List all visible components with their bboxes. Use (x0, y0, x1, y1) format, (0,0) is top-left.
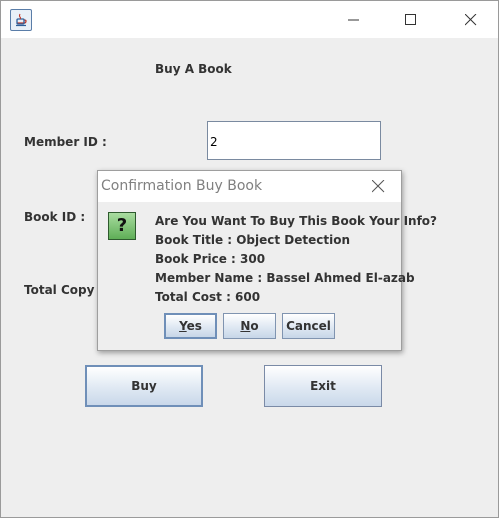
minimize-icon (348, 19, 359, 21)
close-icon (465, 14, 477, 26)
total-copy-label: Total Copy : (24, 283, 104, 297)
yes-mnemonic: Y (179, 319, 187, 333)
maximize-icon (405, 14, 416, 25)
member-id-label: Member ID : (24, 135, 107, 149)
dialog-member-name: Member Name : Bassel Ahmed El-azab (155, 271, 415, 285)
minimize-button[interactable] (331, 1, 376, 38)
dialog-total-cost: Total Cost : 600 (155, 290, 261, 304)
dialog-title: Confirmation Buy Book (101, 178, 263, 194)
member-id-field[interactable]: 2 (207, 121, 381, 160)
title-bar (1, 1, 498, 38)
no-mnemonic: N (240, 319, 251, 333)
exit-button[interactable]: Exit (264, 365, 382, 407)
buy-button[interactable]: Buy (85, 365, 203, 407)
dialog-book-title: Book Title : Object Detection (155, 233, 351, 247)
dialog-message-question: Are You Want To Buy This Book Your Info? (155, 214, 437, 228)
no-label: o (250, 319, 259, 333)
java-app-icon[interactable] (10, 9, 32, 31)
no-button[interactable]: No (223, 313, 276, 339)
form-heading: Buy A Book (155, 62, 232, 76)
yes-button[interactable]: Yes (164, 313, 217, 339)
question-icon: ? (108, 212, 136, 240)
yes-label: es (186, 319, 202, 333)
dialog-title-bar: Confirmation Buy Book (98, 171, 401, 202)
book-id-label: Book ID : (24, 210, 86, 224)
dialog-book-price: Book Price : 300 (155, 252, 266, 266)
cancel-button[interactable]: Cancel (282, 313, 335, 339)
confirmation-dialog: Confirmation Buy Book ? Are You Want To … (97, 170, 437, 351)
dialog-close-button[interactable] (363, 176, 393, 198)
close-button[interactable] (448, 1, 493, 38)
maximize-button[interactable] (388, 1, 433, 38)
close-icon (372, 180, 385, 193)
